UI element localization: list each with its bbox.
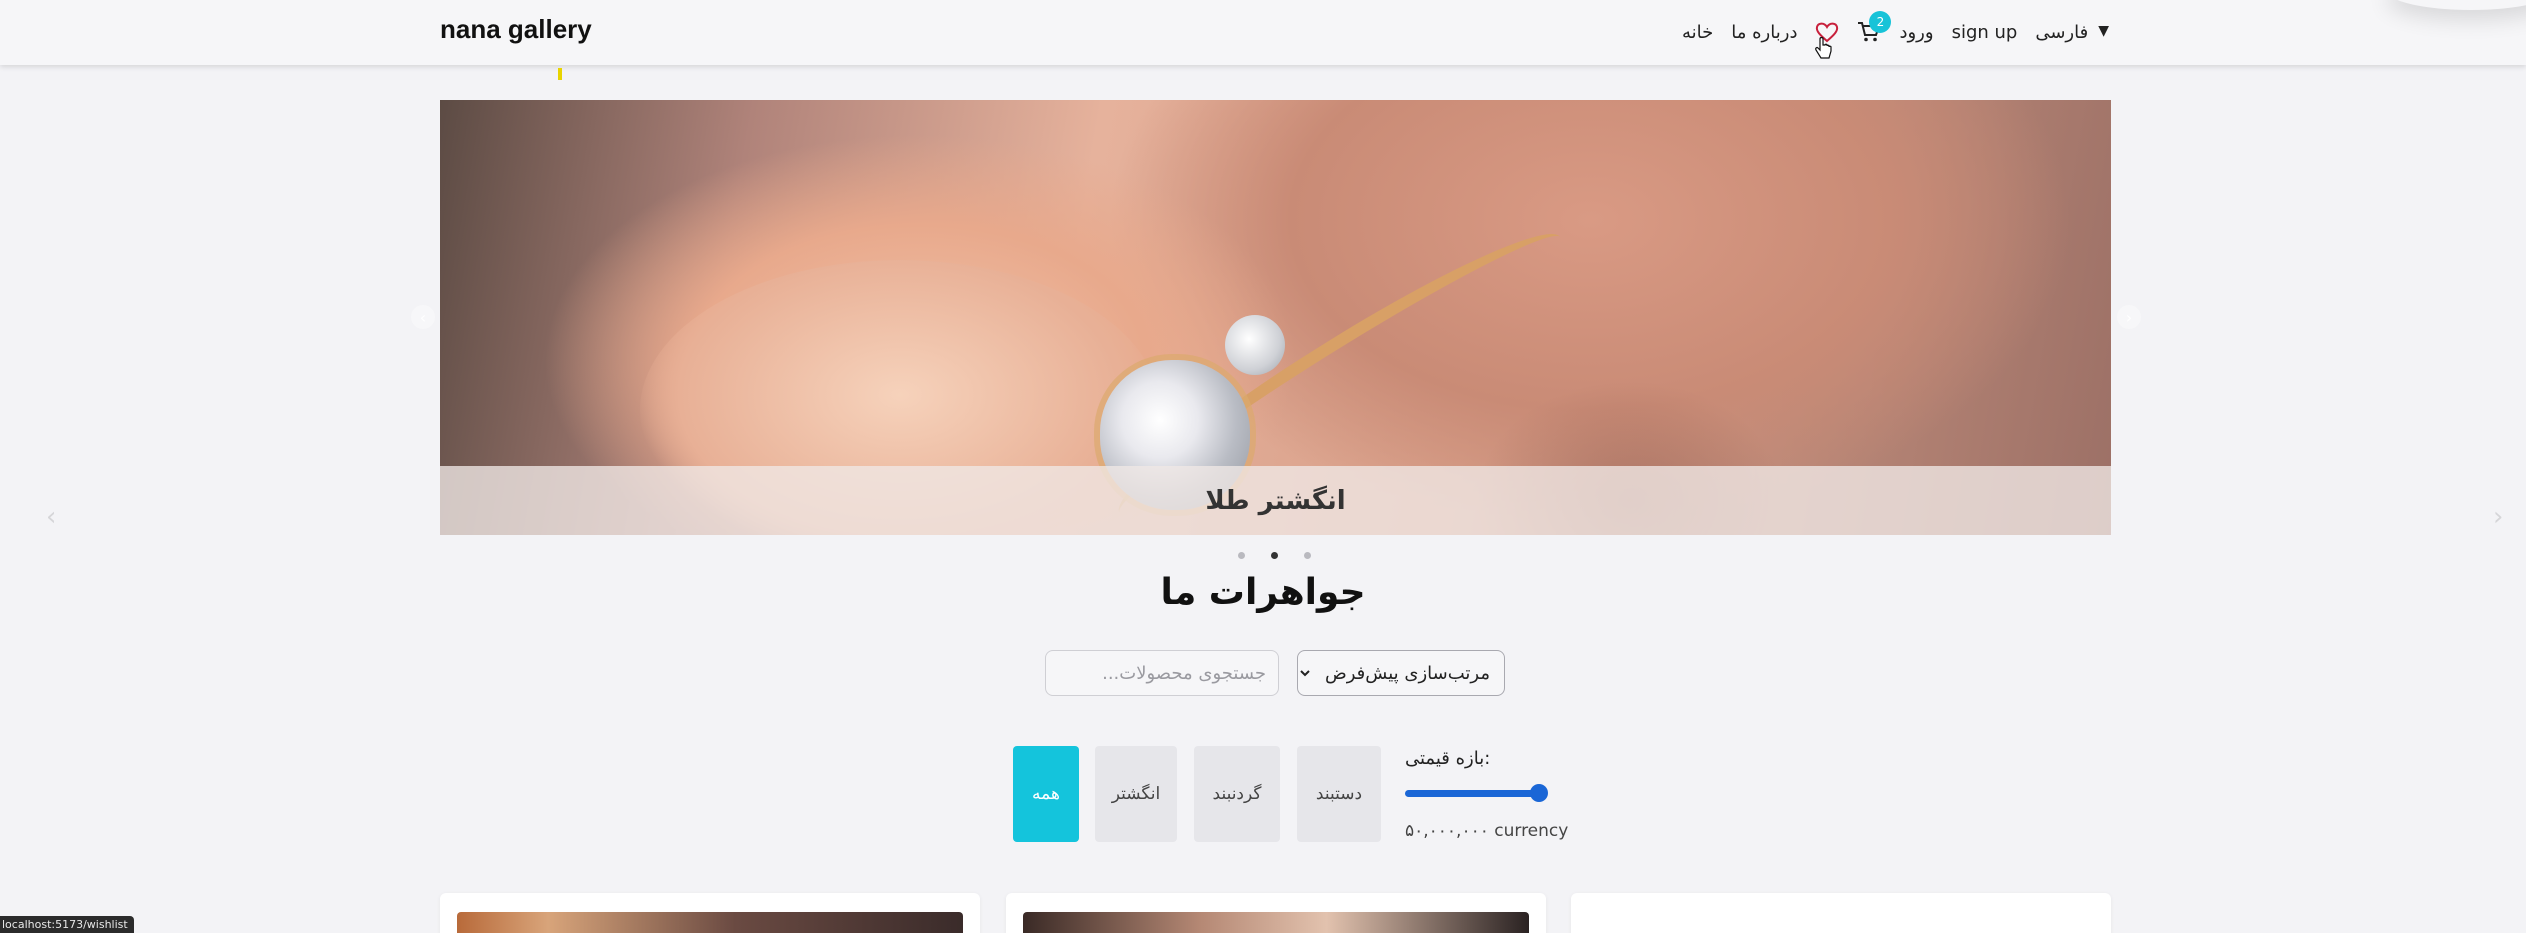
wishlist-link[interactable] <box>1815 21 1839 59</box>
category-rings-label: انگشتر <box>1111 784 1161 803</box>
category-necklaces-button[interactable]: گردنبند <box>1194 746 1280 842</box>
slide-caption-text: انگشتر طلا <box>1205 485 1346 516</box>
chevron-down-icon: ▼ <box>2098 23 2109 39</box>
language-selector[interactable]: فارسی ▼ <box>2035 22 2109 43</box>
product-card[interactable] <box>440 893 980 933</box>
cart-count-badge: 2 <box>1869 11 1892 33</box>
nav-about-link[interactable]: درباره ما <box>1731 22 1797 43</box>
product-card[interactable] <box>1006 893 1546 933</box>
carousel-dot-2[interactable] <box>1271 552 1278 559</box>
product-card-image <box>1023 912 1529 933</box>
category-bracelets-label: دستبند <box>1315 784 1363 803</box>
sort-select[interactable]: مرتب‌سازی پیش‌فرض <box>1297 650 1505 696</box>
category-all-button[interactable]: همه <box>1013 746 1079 842</box>
carousel-dot-1[interactable] <box>1238 552 1245 559</box>
carousel-prev-button[interactable]: ‹ <box>411 305 435 329</box>
slide-caption: انگشتر طلا <box>440 466 2111 535</box>
section-title: جواهرات ما <box>1160 572 1366 613</box>
login-link[interactable]: ورود <box>1899 22 1933 43</box>
carousel-indicators <box>1238 552 1311 559</box>
hand-cursor-icon <box>1815 37 1833 59</box>
product-search-input[interactable] <box>1045 650 1279 696</box>
language-label: فارسی <box>2035 21 2089 43</box>
outer-next-arrow-icon[interactable]: › <box>2493 502 2503 532</box>
price-range-track[interactable] <box>1405 790 1545 797</box>
carousel-next-button[interactable]: › <box>2117 305 2141 329</box>
category-rings-button[interactable]: انگشتر <box>1095 746 1177 842</box>
outer-prev-arrow-icon[interactable]: ‹ <box>46 502 56 532</box>
category-bracelets-button[interactable]: دستبند <box>1297 746 1381 842</box>
decorative-mark <box>558 68 562 80</box>
hero-carousel[interactable]: انگشتر طلا <box>440 100 2111 535</box>
nav-home-link[interactable]: خانه <box>1682 22 1713 43</box>
price-range-label: بازه قیمتی: <box>1405 748 1491 769</box>
category-all-label: همه <box>1032 784 1060 803</box>
price-range-value: ۵۰,۰۰۰,۰۰۰ currency <box>1405 821 1569 841</box>
signup-link[interactable]: sign up <box>1952 22 2018 43</box>
category-necklaces-label: گردنبند <box>1212 784 1262 803</box>
link-status-bar: localhost:5173/wishlist <box>0 916 134 933</box>
brand-logo[interactable]: nana gallery <box>440 14 592 45</box>
nav-links: خانه درباره ما 2 ورود sign up فارسی ▼ <box>1682 11 2109 59</box>
corner-shadow <box>2386 0 2526 10</box>
price-range-thumb[interactable] <box>1530 784 1548 802</box>
carousel-dot-3[interactable] <box>1304 552 1311 559</box>
cart-link[interactable]: 2 <box>1857 11 1892 43</box>
slide-image-small-gem <box>1225 315 1285 375</box>
product-card[interactable] <box>1571 893 2111 933</box>
navbar: nana gallery خانه درباره ما 2 ورود sign … <box>0 0 2526 65</box>
product-card-image <box>457 912 963 933</box>
